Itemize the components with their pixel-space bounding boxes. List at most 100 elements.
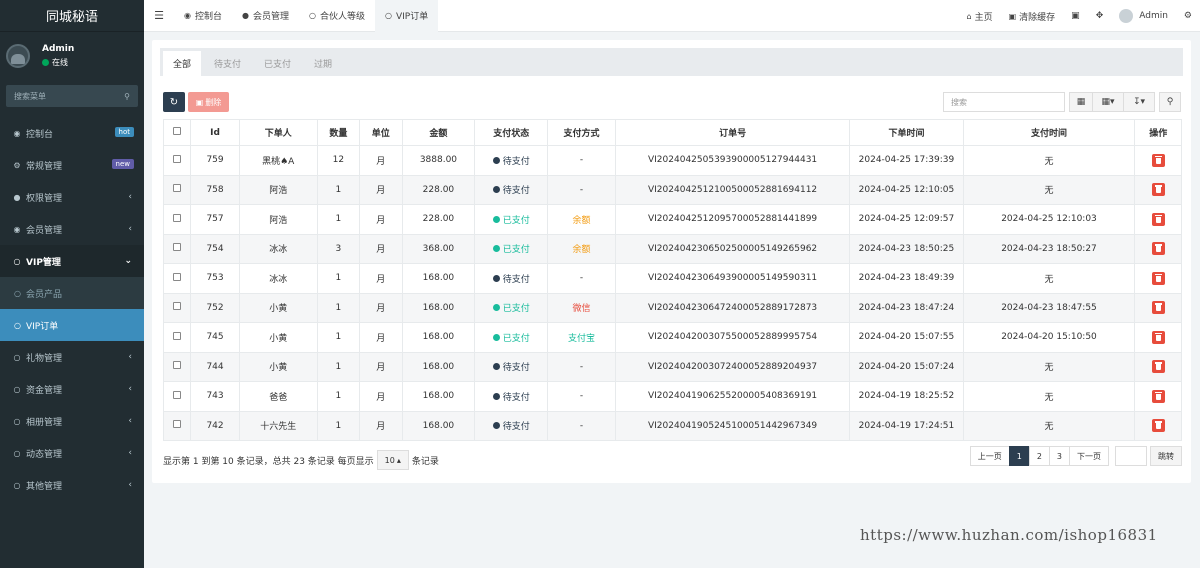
select-all-checkbox[interactable]	[173, 127, 182, 135]
sidebar-item-vip-orders[interactable]: ○ VIP订单	[0, 309, 144, 341]
row-select-cell[interactable]	[162, 145, 192, 176]
table-row[interactable]: 752 小黄 1 月 168.00 已支付 微信 VI20240423064724000528…	[162, 292, 1182, 323]
cell-pay-time: 2024-04-20 15:10:50	[962, 322, 1136, 353]
home-link[interactable]: ⌂ 主页	[959, 10, 1001, 23]
clear-cache-button[interactable]: ▣ 清除缓存	[1001, 10, 1064, 23]
sidebar-item-albums[interactable]: ○ 相册管理 ‹	[0, 405, 144, 437]
row-checkbox[interactable]	[173, 390, 182, 399]
delete-row-button[interactable]	[1151, 389, 1165, 403]
table-row[interactable]: 744 小黄 1 月 168.00 待支付 - VI202404200307240005288…	[162, 351, 1182, 382]
table-row[interactable]: 759 黑桃♠A 12 月 3888.00 待支付 - VI20240425053939000…	[162, 145, 1182, 176]
table-row[interactable]: 745 小黄 1 月 168.00 已支付 支付宝 VI2024042003075500052…	[162, 322, 1182, 353]
row-select-cell[interactable]	[162, 174, 192, 205]
circle-icon: ○	[309, 11, 316, 20]
export-button[interactable]: ↧▾	[1123, 92, 1155, 112]
table-row[interactable]: 754 冰冰 3 月 368.00 已支付 余额 VI20240423065025000051…	[162, 233, 1182, 264]
next-page-button[interactable]: 下一页	[1069, 446, 1109, 466]
table-row[interactable]: 743 爸爸 1 月 168.00 待支付 - VI202404190625520000540…	[162, 381, 1182, 412]
row-checkbox[interactable]	[173, 420, 182, 429]
admin-menu[interactable]: Admin	[1111, 9, 1176, 23]
delete-row-button[interactable]	[1151, 183, 1165, 197]
sidebar-item-vip-products[interactable]: ○ 会员产品	[0, 277, 144, 309]
filter-tab-pending[interactable]: 待支付	[204, 51, 251, 76]
row-select-cell[interactable]	[162, 263, 192, 294]
sidebar-item-vip[interactable]: ○ VIP管理 ⌄	[0, 245, 144, 277]
row-checkbox[interactable]	[173, 213, 182, 222]
page-jump-input[interactable]	[1115, 446, 1147, 466]
sidebar-search-input[interactable]: 搜索菜单 ⚲	[6, 85, 138, 107]
row-checkbox[interactable]	[173, 243, 182, 252]
row-checkbox[interactable]	[173, 302, 182, 311]
delete-row-button[interactable]	[1151, 360, 1165, 374]
cell-user: 爸爸	[238, 381, 318, 412]
cell-status: 已支付	[474, 233, 549, 264]
sidebar-item-funds[interactable]: ○ 资金管理 ‹	[0, 373, 144, 405]
row-checkbox[interactable]	[173, 272, 182, 281]
sidebar-item-moments[interactable]: ○ 动态管理 ‹	[0, 437, 144, 469]
search-icon[interactable]: ⚲	[124, 92, 130, 101]
table-row[interactable]: 757 阿浩 1 月 228.00 已支付 余额 VI20240425120957000528…	[162, 204, 1182, 235]
table-row[interactable]: 753 冰冰 1 月 168.00 待支付 - VI202404230649390000514…	[162, 263, 1182, 294]
sidebar-item-dashboard[interactable]: ◉ 控制台 hot	[0, 117, 144, 149]
cell-unit: 月	[359, 322, 403, 353]
delete-row-button[interactable]	[1151, 153, 1165, 167]
delete-row-button[interactable]	[1151, 301, 1165, 315]
column-header-id[interactable]: Id	[190, 119, 240, 146]
row-select-cell[interactable]	[162, 351, 192, 382]
brand-logo[interactable]: 同城秘语	[0, 0, 144, 32]
row-select-cell[interactable]	[162, 204, 192, 235]
row-checkbox[interactable]	[173, 154, 182, 163]
sidebar-item-permissions[interactable]: ● 权限管理 ‹	[0, 181, 144, 213]
filter-tab-all[interactable]: 全部	[163, 51, 202, 76]
top-navbar: ☰ ◉ 控制台 ● 会员管理 ○ 合伙人等级 ○ VIP订单 ⌂ 主页 ▣ 清除…	[144, 0, 1200, 32]
language-button[interactable]: ▣	[1063, 11, 1088, 21]
delete-row-button[interactable]	[1151, 419, 1165, 433]
home-label: 主页	[974, 12, 993, 23]
settings-button[interactable]: ⚙	[1176, 11, 1200, 21]
row-checkbox[interactable]	[173, 184, 182, 193]
tab-partner-levels[interactable]: ○ 合伙人等级	[299, 0, 375, 32]
cell-actions	[1134, 292, 1182, 323]
page-jump-button[interactable]: 跳转	[1150, 446, 1182, 466]
cell-id: 754	[190, 233, 240, 264]
prev-page-button[interactable]: 上一页	[969, 446, 1010, 466]
delete-row-button[interactable]	[1151, 242, 1165, 256]
row-select-cell[interactable]	[162, 381, 192, 412]
row-checkbox[interactable]	[173, 331, 182, 340]
toggle-view-button[interactable]: ▦	[1069, 92, 1093, 112]
row-checkbox[interactable]	[173, 361, 182, 370]
delete-row-button[interactable]	[1151, 212, 1165, 226]
delete-row-button[interactable]	[1151, 330, 1165, 344]
row-select-cell[interactable]	[162, 292, 192, 323]
tab-members[interactable]: ● 会员管理	[232, 0, 299, 32]
table-row[interactable]: 742 十六先生 1 月 168.00 待支付 - VI2024041905245100051…	[162, 410, 1182, 441]
row-select-cell[interactable]	[162, 322, 192, 353]
delete-button[interactable]: ▣ 删除	[188, 92, 229, 112]
table-row[interactable]: 758 阿浩 1 月 228.00 待支付 - VI202404251210050005288…	[162, 174, 1182, 205]
fullscreen-button[interactable]: ✥	[1088, 11, 1112, 21]
page-button-1[interactable]: 1	[1008, 446, 1030, 466]
page-size-select[interactable]: 10 ▴	[376, 450, 409, 470]
sidebar-item-label: 相册管理	[26, 417, 63, 428]
sidebar-item-general[interactable]: ⚙ 常规管理 new	[0, 149, 144, 181]
filter-tab-paid[interactable]: 已支付	[254, 51, 301, 76]
table-search-input[interactable]: 搜索	[943, 92, 1065, 112]
sidebar-item-label: 礼物管理	[26, 353, 63, 364]
filter-tab-expired[interactable]: 过期	[304, 51, 342, 76]
tab-vip-orders[interactable]: ○ VIP订单	[375, 0, 439, 32]
page-button-3[interactable]: 3	[1048, 446, 1070, 466]
select-all-cell[interactable]	[162, 119, 192, 146]
sidebar-item-members[interactable]: ◉ 会员管理 ‹	[0, 213, 144, 245]
sidebar-item-other[interactable]: ○ 其他管理 ‹	[0, 469, 144, 501]
menu-toggle-icon[interactable]: ☰	[144, 9, 174, 22]
row-select-cell[interactable]	[162, 233, 192, 264]
row-select-cell[interactable]	[162, 410, 192, 441]
delete-row-button[interactable]	[1151, 271, 1165, 285]
cell-amount: 168.00	[401, 351, 476, 382]
page-button-2[interactable]: 2	[1028, 446, 1050, 466]
tab-dashboard[interactable]: ◉ 控制台	[174, 0, 232, 32]
refresh-button[interactable]: ↻	[163, 92, 185, 112]
advanced-search-button[interactable]: ⚲	[1159, 92, 1181, 112]
columns-button[interactable]: ▦▾	[1092, 92, 1124, 112]
sidebar-item-gifts[interactable]: ○ 礼物管理 ‹	[0, 341, 144, 373]
